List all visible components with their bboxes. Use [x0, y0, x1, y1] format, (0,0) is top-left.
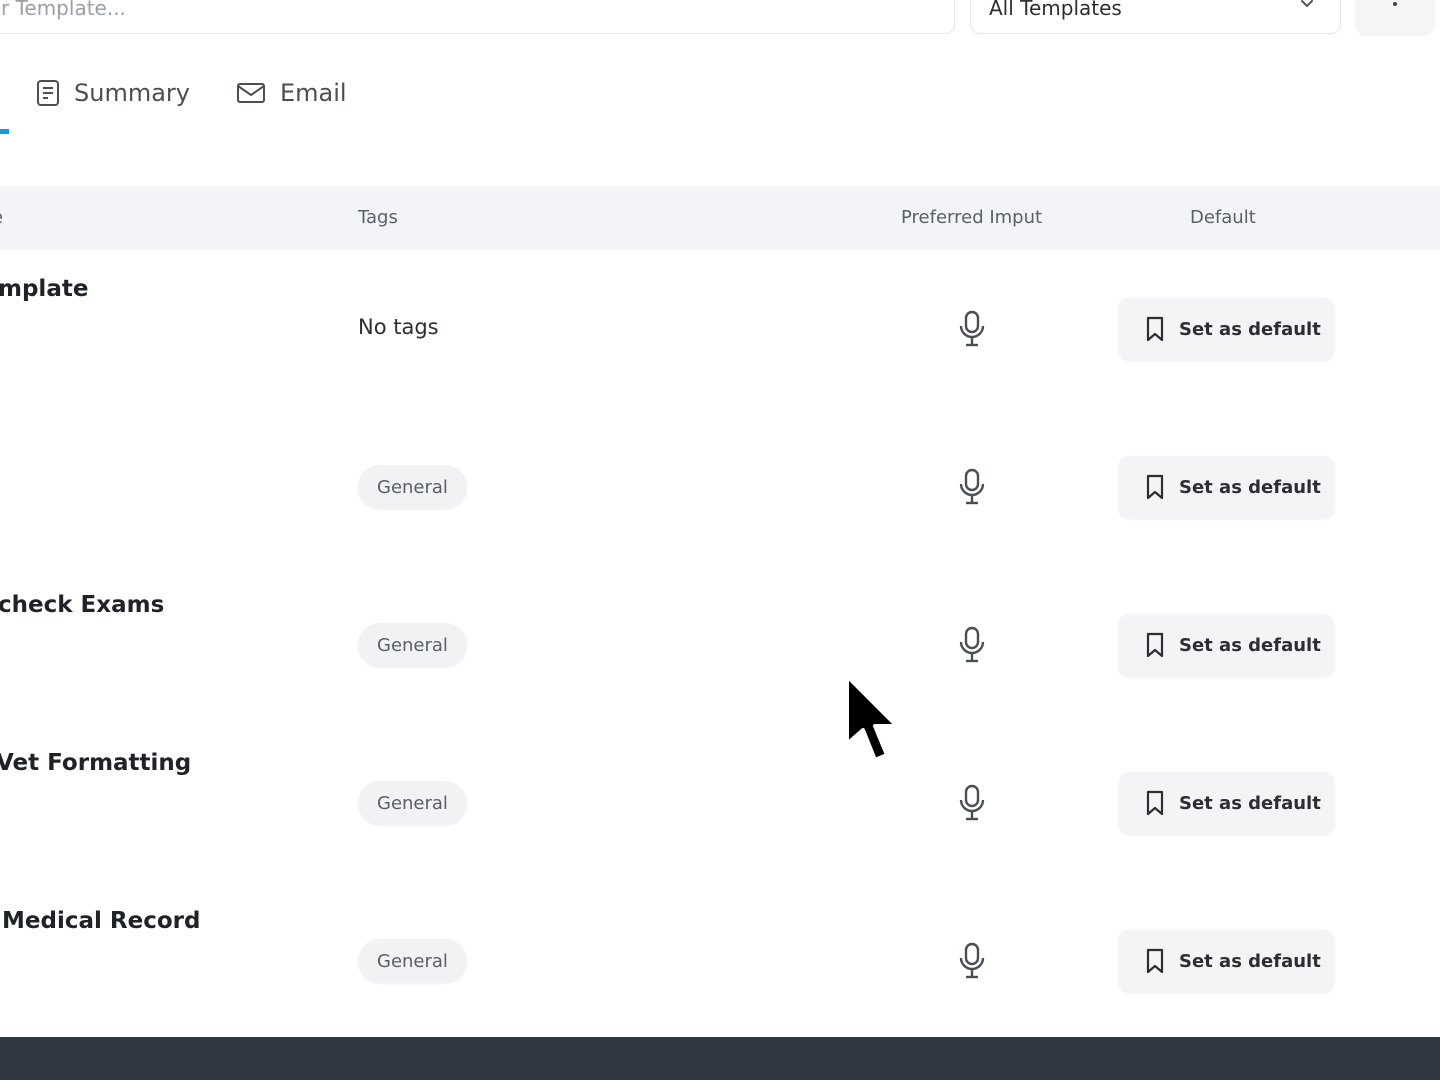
microphone-icon [959, 784, 985, 821]
column-header-name: e [0, 207, 3, 228]
more-icon [1393, 2, 1397, 6]
more-options-button[interactable] [1356, 0, 1434, 34]
table-row[interactable]: Medical Record General Set as default [0, 882, 1440, 1040]
template-filter-select[interactable]: All Templates [970, 0, 1341, 34]
bookmark-icon [1146, 316, 1164, 342]
column-header-tags: Tags [358, 207, 398, 228]
table-row[interactable]: mplate No tags Set as default [0, 250, 1440, 408]
mail-icon [237, 83, 265, 103]
set-as-default-label: Set as default [1179, 792, 1321, 814]
set-as-default-button[interactable]: Set as default [1119, 298, 1334, 360]
tab-summary-label: Summary [74, 79, 190, 107]
bookmark-icon [1146, 948, 1164, 974]
bookmark-icon [1146, 632, 1164, 658]
bottom-bar [0, 1037, 1440, 1080]
template-name: Medical Record [2, 908, 201, 934]
tab-summary[interactable]: Summary [36, 74, 190, 112]
filter-value: All Templates [989, 0, 1122, 20]
tags-value: No tags [358, 315, 439, 339]
template-name: mplate [0, 276, 89, 302]
microphone-icon [959, 468, 985, 505]
column-header-default: Default [1190, 207, 1256, 228]
microphone-icon [959, 942, 985, 979]
set-as-default-button[interactable]: Set as default [1119, 614, 1334, 676]
table-header: e Tags Preferred Imput Default [0, 186, 1440, 250]
search-input[interactable]: r Template... [0, 0, 955, 34]
set-as-default-label: Set as default [1179, 476, 1321, 498]
tag-chip: General [358, 781, 467, 825]
set-as-default-label: Set as default [1179, 950, 1321, 972]
microphone-icon [959, 626, 985, 663]
bookmark-icon [1146, 790, 1164, 816]
set-as-default-button[interactable]: Set as default [1119, 930, 1334, 992]
active-tab-indicator [0, 129, 9, 134]
tag-chip: General [358, 623, 467, 667]
set-as-default-button[interactable]: Set as default [1119, 456, 1334, 518]
column-header-preferred-input: Preferred Imput [901, 207, 1043, 228]
set-as-default-label: Set as default [1179, 318, 1321, 340]
bookmark-icon [1146, 474, 1164, 500]
template-name: check Exams [0, 592, 165, 618]
template-name: Vet Formatting [0, 750, 192, 776]
set-as-default-button[interactable]: Set as default [1119, 772, 1334, 834]
search-placeholder: r Template... [1, 0, 126, 20]
mouse-cursor-icon [845, 674, 899, 762]
table-row[interactable]: Vet Formatting General Set as default [0, 724, 1440, 882]
chevron-down-icon [1301, 0, 1313, 8]
document-icon [37, 80, 59, 106]
tag-chip: General [358, 465, 467, 509]
microphone-icon [959, 310, 985, 347]
tab-email[interactable]: Email [236, 74, 347, 112]
table-row[interactable]: General Set as default [0, 408, 1440, 566]
tag-chip: General [358, 939, 467, 983]
tab-email-label: Email [280, 79, 347, 107]
set-as-default-label: Set as default [1179, 634, 1321, 656]
table-row[interactable]: check Exams General Set as default [0, 566, 1440, 724]
